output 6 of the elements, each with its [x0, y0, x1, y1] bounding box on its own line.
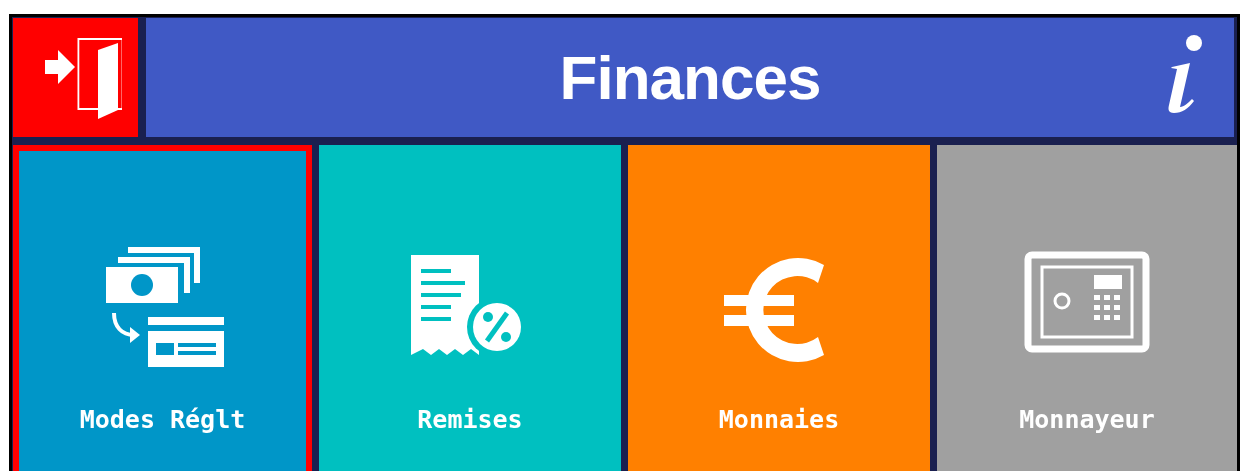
exit-button[interactable] — [13, 18, 138, 137]
menu-tile[interactable]: Remises — [319, 145, 621, 471]
menu-tile[interactable]: Modes Réglt — [13, 145, 312, 471]
page-title: Finances — [559, 42, 821, 113]
menu-tile[interactable]: Monnayeur — [937, 145, 1237, 471]
menu-tile[interactable]: Monnaies — [628, 145, 930, 471]
